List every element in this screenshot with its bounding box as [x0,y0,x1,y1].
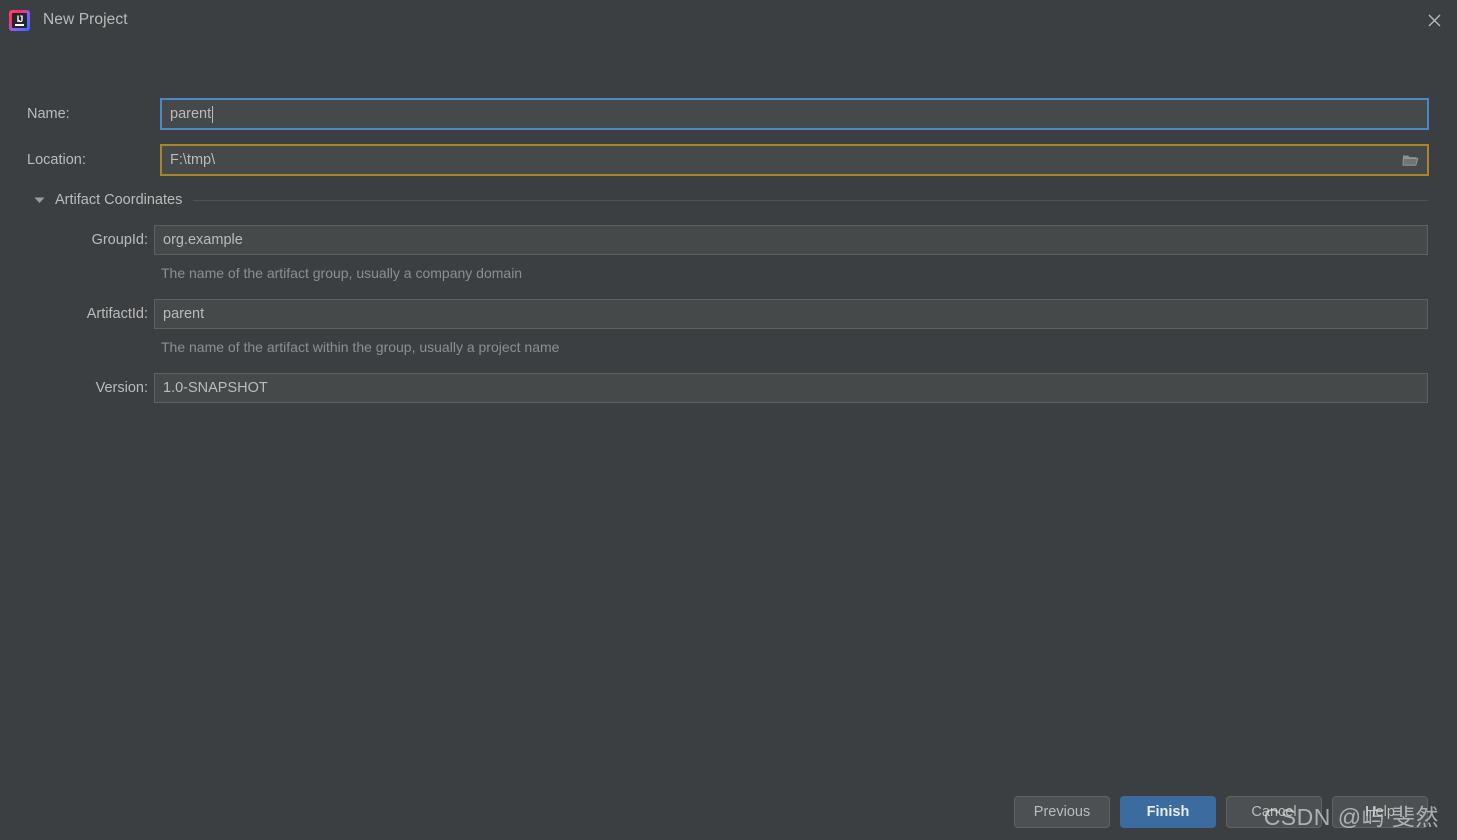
cancel-button[interactable]: Cancel [1226,796,1322,828]
version-row: Version: 1.0-SNAPSHOT [27,373,1428,403]
section-divider [193,199,1428,201]
close-icon [1428,14,1440,26]
dialog-title: New Project [43,11,128,28]
groupid-input-value: org.example [163,232,243,248]
groupid-row: GroupId: org.example [27,225,1428,255]
location-input-value: F:\tmp\ [170,152,216,168]
new-project-dialog: IJ New Project Name: parent Location: F:… [0,0,1457,840]
folder-open-icon[interactable] [1401,152,1419,168]
finish-button[interactable]: Finish [1120,796,1216,828]
section-title: Artifact Coordinates [55,192,183,208]
location-label: Location: [27,152,86,168]
dialog-content: Name: parent Location: F:\tmp\ Artifact … [0,40,1457,840]
artifactid-hint: The name of the artifact within the grou… [161,339,560,355]
artifactid-row: ArtifactId: parent [27,299,1428,329]
groupid-label: GroupId: [91,232,148,248]
groupid-hint: The name of the artifact group, usually … [161,265,523,281]
version-input-value: 1.0-SNAPSHOT [163,380,268,396]
artifact-coordinates-section-header[interactable]: Artifact Coordinates [33,191,1428,209]
artifactid-label: ArtifactId: [86,306,148,322]
dialog-footer: Previous Finish Cancel Help [1014,796,1428,828]
previous-button[interactable]: Previous [1014,796,1110,828]
name-label: Name: [27,106,70,122]
location-input[interactable]: F:\tmp\ [160,144,1429,176]
intellij-idea-icon: IJ [9,9,30,31]
name-input[interactable]: parent [160,98,1429,130]
name-input-value: parent [170,106,212,122]
artifactid-input-value: parent [163,306,205,322]
artifactid-input[interactable]: parent [154,299,1428,329]
version-label: Version: [95,380,148,396]
chevron-down-icon[interactable] [33,194,46,207]
name-row: Name: parent [27,98,1429,130]
dialog-titlebar: IJ New Project [0,0,1457,40]
text-caret [212,105,214,123]
location-row: Location: F:\tmp\ [27,144,1429,176]
help-button[interactable]: Help [1332,796,1428,828]
close-button[interactable] [1411,0,1457,40]
groupid-input[interactable]: org.example [154,225,1428,255]
version-input[interactable]: 1.0-SNAPSHOT [154,373,1428,403]
